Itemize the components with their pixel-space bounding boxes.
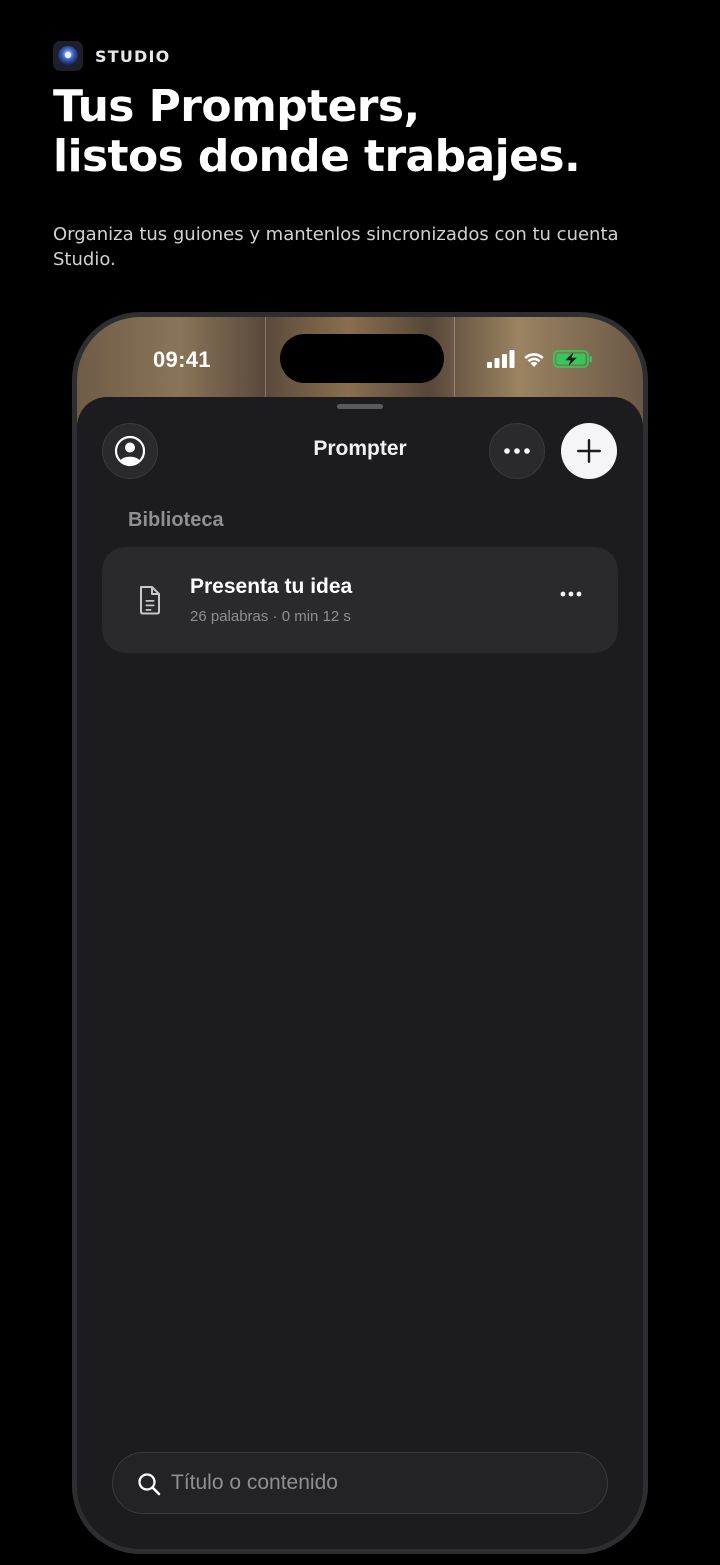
document-meta: 26 palabras · 0 min 12 s — [190, 608, 351, 625]
prompter-sheet: Prompter Biblioteca Presenta tu idea 26 … — [77, 397, 643, 1549]
brand: STUDIO — [53, 41, 170, 71]
headline-line-2: listos donde trabajes. — [53, 131, 581, 182]
studio-logo-icon — [53, 41, 83, 71]
status-bar: 09:41 — [77, 317, 643, 407]
plus-icon — [577, 439, 601, 463]
phone-frame: 09:41 Prompter Biblioteca Presenta tu id… — [72, 312, 648, 1554]
phone-screen: 09:41 Prompter Biblioteca Presenta tu id… — [77, 317, 643, 1549]
search-input[interactable] — [171, 1453, 571, 1513]
document-title: Presenta tu idea — [190, 575, 353, 598]
headline: Tus Prompters, listos donde trabajes. — [53, 81, 581, 182]
search-icon — [138, 1473, 161, 1496]
library-section-label: Biblioteca — [128, 509, 224, 531]
document-more-icon[interactable] — [560, 591, 582, 597]
document-list-item[interactable]: Presenta tu idea 26 palabras · 0 min 12 … — [102, 547, 618, 653]
sheet-title: Prompter — [313, 437, 407, 460]
status-icons — [487, 350, 593, 368]
ellipsis-icon — [504, 448, 530, 454]
status-time: 09:41 — [153, 347, 211, 372]
promo-page: STUDIO Tus Prompters, listos donde traba… — [0, 0, 720, 1565]
add-prompter-button[interactable] — [561, 423, 617, 479]
battery-charging-icon — [553, 350, 592, 368]
cellular-signal-icon — [487, 350, 515, 368]
search-bar[interactable] — [112, 1452, 608, 1514]
subtitle: Organiza tus guiones y mantenlos sincron… — [53, 224, 619, 270]
more-options-button[interactable] — [489, 423, 545, 479]
headline-line-1: Tus Prompters, — [53, 81, 420, 132]
wifi-icon — [524, 353, 544, 367]
dynamic-island — [280, 334, 444, 383]
document-icon — [140, 586, 160, 615]
sheet-grabber[interactable] — [337, 404, 383, 409]
brand-label: STUDIO — [95, 46, 171, 66]
